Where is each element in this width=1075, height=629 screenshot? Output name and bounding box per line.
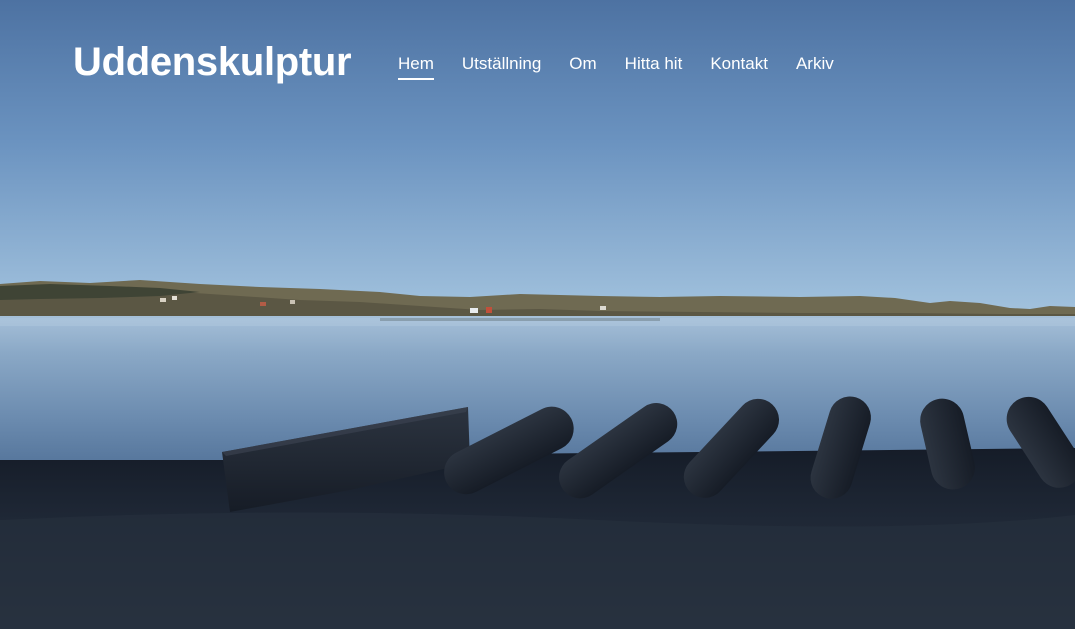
nav-item-hem[interactable]: Hem: [398, 53, 434, 83]
nav-item-om[interactable]: Om: [569, 53, 596, 83]
site-title[interactable]: Uddenskulptur: [73, 38, 352, 86]
main-navigation: Hem Utställning Om Hitta hit Kontakt Ark…: [398, 53, 834, 83]
nav-item-hitta-hit[interactable]: Hitta hit: [625, 53, 683, 83]
hero-section: Uddenskulptur Hem Utställning Om Hitta h…: [0, 0, 1075, 629]
nav-item-kontakt[interactable]: Kontakt: [710, 53, 768, 83]
nav-item-arkiv[interactable]: Arkiv: [796, 53, 834, 83]
nav-item-utstallning[interactable]: Utställning: [462, 53, 541, 83]
site-header: Uddenskulptur Hem Utställning Om Hitta h…: [0, 0, 1075, 120]
